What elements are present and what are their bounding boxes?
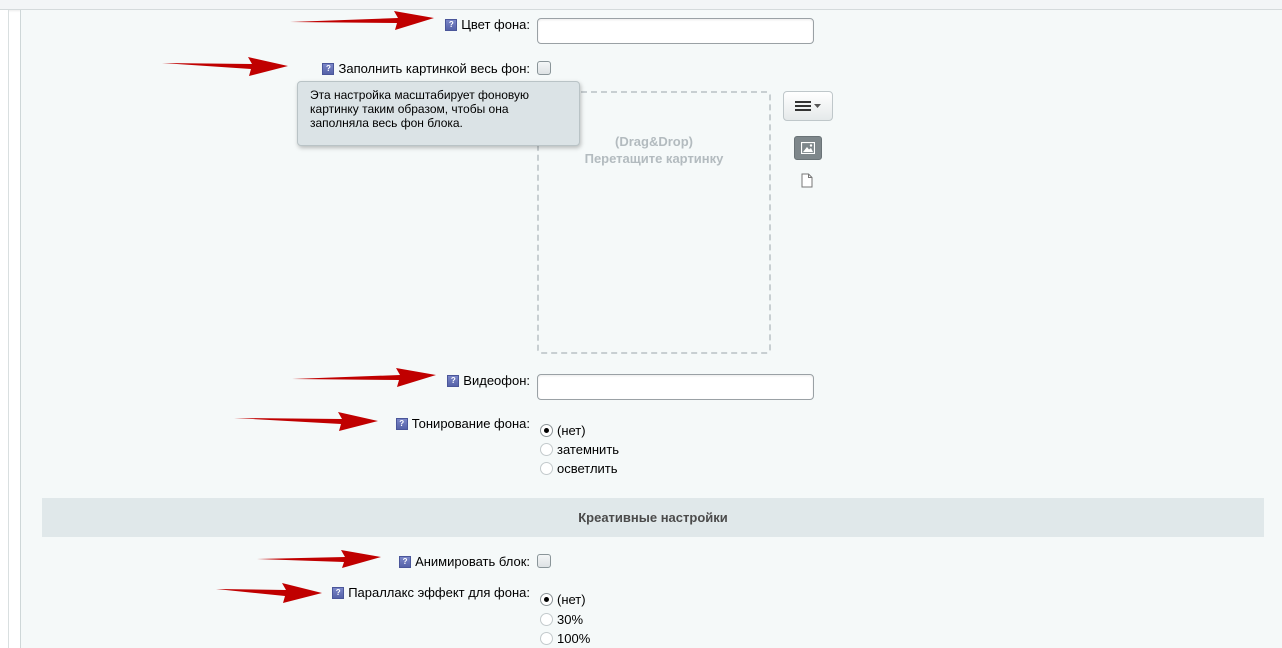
red-arrow-icon — [292, 368, 436, 387]
chevron-down-icon — [814, 103, 821, 108]
toning-option-lighten[interactable]: осветлить — [540, 461, 618, 476]
image-select-button[interactable] — [794, 136, 822, 160]
radio-button[interactable] — [540, 632, 553, 645]
red-arrow-icon — [234, 412, 378, 431]
radio-button[interactable] — [540, 593, 553, 606]
toning-label: ? Тонирование фона: — [395, 416, 530, 431]
help-icon[interactable]: ? — [332, 586, 345, 599]
fill-image-label-text: Заполнить картинкой весь фон: — [338, 61, 530, 76]
bg-color-label: ? Цвет фона: — [445, 17, 530, 32]
radio-label: 100% — [557, 631, 591, 646]
fill-image-checkbox[interactable] — [537, 61, 551, 75]
radio-label: затемнить — [557, 442, 620, 457]
parallax-option-30[interactable]: 30% — [540, 612, 583, 627]
animate-block-checkbox[interactable] — [537, 554, 551, 568]
help-icon[interactable]: ? — [395, 417, 408, 430]
toning-option-none[interactable]: (нет) — [540, 423, 586, 438]
red-arrow-icon — [290, 11, 434, 30]
left-strip — [0, 10, 9, 648]
radio-label: (нет) — [557, 592, 586, 607]
fill-image-tooltip: Эта настройка масштабирует фоновую карти… — [297, 81, 580, 146]
parallax-label-text: Параллакс эффект для фона: — [348, 585, 530, 600]
radio-button[interactable] — [540, 613, 553, 626]
radio-button[interactable] — [540, 424, 553, 437]
toning-option-darken[interactable]: затемнить — [540, 442, 619, 457]
parallax-option-100[interactable]: 100% — [540, 631, 590, 646]
radio-button[interactable] — [540, 443, 553, 456]
red-arrow-icon — [257, 550, 381, 568]
video-bg-input[interactable] — [537, 374, 814, 400]
help-icon[interactable]: ? — [445, 18, 458, 31]
bg-color-label-text: Цвет фона: — [461, 17, 530, 32]
red-arrow-icon — [162, 57, 288, 76]
toning-label-text: Тонирование фона: — [411, 416, 530, 431]
help-icon[interactable]: ? — [399, 555, 412, 568]
help-icon[interactable]: ? — [447, 374, 460, 387]
video-bg-label-text: Видеофон: — [463, 373, 530, 388]
dropzone-line2: Перетащите картинку — [584, 151, 724, 166]
bg-color-input[interactable] — [537, 18, 814, 44]
menu-lines-icon — [795, 101, 811, 111]
image-menu-button[interactable] — [783, 91, 833, 121]
help-icon[interactable]: ? — [322, 62, 335, 75]
top-bar — [0, 0, 1282, 10]
radio-label: (нет) — [557, 423, 586, 438]
file-icon[interactable] — [801, 173, 813, 188]
image-icon — [801, 142, 815, 154]
section-header-creative: Креативные настройки — [42, 498, 1264, 537]
animate-block-label-text: Анимировать блок: — [415, 554, 530, 569]
parallax-label: ? Параллакс эффект для фона: — [332, 585, 530, 600]
parallax-option-none[interactable]: (нет) — [540, 592, 586, 607]
radio-label: 30% — [557, 612, 584, 627]
animate-block-label: ? Анимировать блок: — [399, 554, 530, 569]
red-arrow-icon — [216, 583, 322, 603]
radio-label: осветлить — [557, 461, 618, 476]
fill-image-label: ? Заполнить картинкой весь фон: — [322, 61, 530, 76]
video-bg-label: ? Видеофон: — [447, 373, 530, 388]
radio-button[interactable] — [540, 462, 553, 475]
